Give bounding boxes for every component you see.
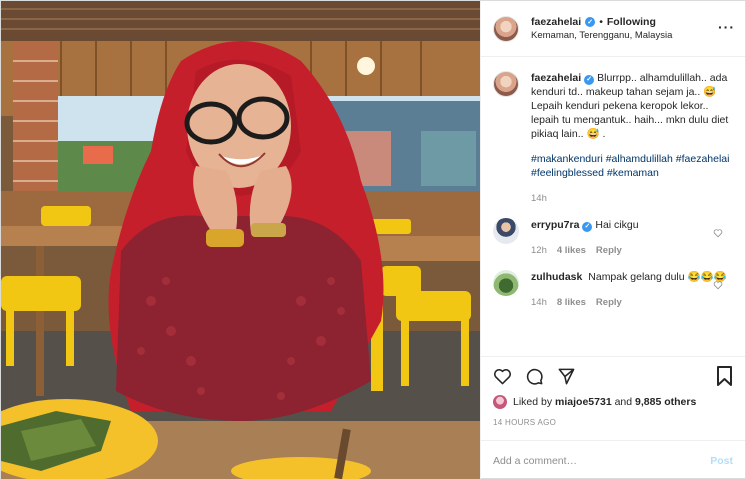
like-comment-heart-icon[interactable] <box>713 280 723 290</box>
caption-hashtags[interactable]: #makankenduri #alhamdulillah #faezahelai… <box>531 152 731 180</box>
liked-by-others[interactable]: 9,885 others <box>635 396 696 408</box>
commenter-avatar[interactable] <box>493 218 519 244</box>
commenter-username[interactable]: errypu7ra <box>531 219 579 231</box>
like-heart-icon[interactable] <box>493 367 512 386</box>
liked-by-user[interactable]: miajoe5731 <box>555 396 612 408</box>
instagram-post: faezahelai ✓ • Following Kemaman, Tereng… <box>0 0 746 479</box>
comment-item: errypu7ra ✓ Hai cikgu 12h 4 likes Reply <box>493 218 731 258</box>
verified-badge-icon: ✓ <box>585 17 596 27</box>
liked-by-and: and <box>614 396 633 408</box>
verified-badge-icon: ✓ <box>582 222 593 232</box>
comment-bubble-icon[interactable] <box>525 367 544 386</box>
liker-avatar[interactable] <box>493 395 507 409</box>
comments-section[interactable]: faezahelai ✓ Blurrpp.. alhamdulillah.. ad… <box>481 57 745 356</box>
add-comment-bar: Post <box>481 440 745 479</box>
comment-text: Nampak gelang dulu 😂😂😂 <box>588 271 727 283</box>
commenter-username[interactable]: zulhudask <box>531 271 582 283</box>
comment-item: zulhudask Nampak gelang dulu 😂😂😂 14h 8 l… <box>493 270 731 310</box>
post-header: faezahelai ✓ • Following Kemaman, Tereng… <box>481 1 745 57</box>
post-photo[interactable] <box>1 1 480 479</box>
caption: faezahelai ✓ Blurrpp.. alhamdulillah.. ad… <box>493 71 731 206</box>
post-timestamp[interactable]: 14 HOURS AGO <box>493 418 733 427</box>
comment-likes[interactable]: 4 likes <box>557 244 586 258</box>
post-location[interactable]: Kemaman, Terengganu, Malaysia <box>531 29 672 42</box>
comment-text: Hai cikgu <box>595 219 639 231</box>
caption-author-avatar[interactable] <box>493 71 519 97</box>
following-button[interactable]: Following <box>607 16 656 29</box>
add-comment-input[interactable] <box>493 454 711 467</box>
like-comment-heart-icon[interactable] <box>713 228 723 238</box>
verified-badge-icon: ✓ <box>584 75 595 85</box>
comment-likes[interactable]: 8 likes <box>557 296 586 310</box>
author-avatar[interactable] <box>493 15 519 42</box>
comment-age: 12h <box>531 245 547 256</box>
separator-dot: • <box>599 15 603 28</box>
more-options-icon[interactable]: ··· <box>718 20 735 34</box>
commenter-avatar[interactable] <box>493 270 519 296</box>
post-comment-button[interactable]: Post <box>710 455 733 467</box>
save-bookmark-icon[interactable] <box>716 366 733 386</box>
post-photo-illustration <box>1 1 480 479</box>
liked-by-prefix: Liked by <box>513 396 553 408</box>
reply-button[interactable]: Reply <box>596 244 622 258</box>
caption-age: 14h <box>531 193 547 204</box>
post-sidebar: faezahelai ✓ • Following Kemaman, Tereng… <box>480 1 745 479</box>
author-username[interactable]: faezahelai <box>531 16 581 29</box>
reply-button[interactable]: Reply <box>596 296 622 310</box>
caption-username[interactable]: faezahelai <box>531 72 581 84</box>
comment-age: 14h <box>531 297 547 308</box>
share-send-icon[interactable] <box>557 367 576 386</box>
post-actions: Liked by miajoe5731 and 9,885 others 14 … <box>481 356 745 440</box>
author-info: faezahelai ✓ • Following Kemaman, Tereng… <box>531 16 672 42</box>
liked-by-summary: Liked by miajoe5731 and 9,885 others <box>493 395 733 409</box>
